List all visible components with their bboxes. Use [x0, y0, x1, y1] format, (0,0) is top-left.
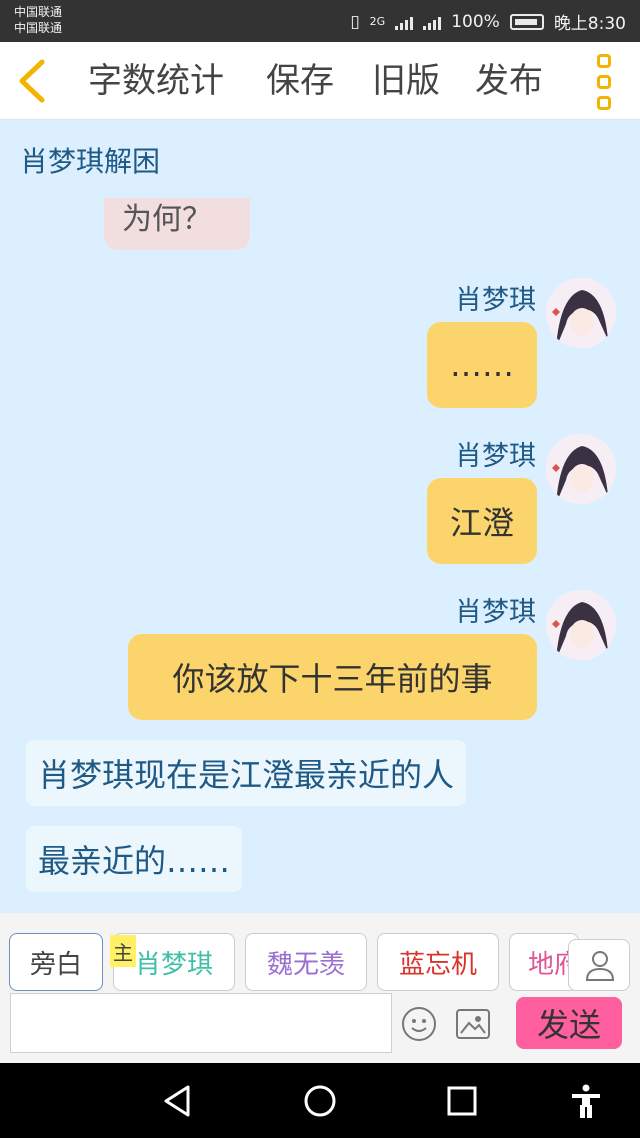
role-label: 旁白	[29, 949, 82, 980]
role-selector: 旁白 肖梦琪 主 魏无羡 蓝忘机 地府	[0, 913, 640, 991]
network-label: 2G	[369, 15, 386, 28]
more-menu-icon[interactable]	[594, 54, 614, 110]
carrier-2: 中国联通	[14, 21, 63, 35]
emoji-icon[interactable]	[402, 1007, 436, 1041]
save-button[interactable]: 保存	[266, 60, 334, 102]
recent-apps-icon[interactable]	[444, 1083, 480, 1119]
carrier-info: 中国联通 中国联通	[14, 4, 62, 36]
send-button[interactable]: 发送	[516, 997, 622, 1049]
clock: 晚上8:30	[553, 14, 626, 34]
send-label: 发送	[536, 1006, 601, 1044]
message-text: 江澄	[449, 504, 514, 542]
message-text: 最亲近的……	[38, 842, 231, 880]
message-text: ……	[450, 346, 514, 384]
battery-icon	[509, 13, 544, 30]
role-wei-wuxian[interactable]: 魏无羡	[245, 933, 367, 991]
message-text: 肖梦琪现在是江澄最亲近的人	[38, 756, 455, 794]
status-bar: 中国联通 中国联通 ▯ 2G 100% 晚上8:30	[0, 0, 640, 42]
message-text: 为何？	[122, 202, 212, 237]
chat-title: 肖梦琪解困	[20, 145, 161, 178]
accessibility-icon[interactable]	[568, 1083, 604, 1119]
narration-bubble[interactable]: 肖梦琪现在是江澄最亲近的人	[26, 740, 467, 806]
message-bubble[interactable]: ……	[427, 322, 537, 408]
sender-name: 肖梦琪	[455, 597, 536, 628]
chat-header: 肖梦琪解困	[0, 120, 640, 198]
publish-button[interactable]: 发布	[475, 60, 543, 102]
home-circle-icon[interactable]	[302, 1083, 338, 1119]
sender-name: 肖梦琪	[455, 441, 536, 472]
avatar[interactable]	[546, 590, 616, 660]
user-icon[interactable]	[568, 939, 630, 991]
back-triangle-icon[interactable]	[160, 1083, 196, 1119]
signal-icon	[395, 14, 414, 30]
status-icons: ▯ 2G 100% 晚上8:30	[350, 9, 626, 35]
battery-percent: 100%	[451, 11, 500, 32]
role-label: 肖梦琪	[134, 949, 213, 980]
narration-bubble[interactable]: 最亲近的……	[26, 826, 243, 892]
message-input[interactable]	[10, 993, 392, 1053]
back-chevron-icon[interactable]	[14, 58, 54, 104]
message-bubble[interactable]: 为何？	[104, 198, 250, 250]
chat-area[interactable]: 肖梦琪解困 为何？ 肖梦琪 …… 肖梦琪 江澄 肖梦琪 你该放下十三年前的事 肖…	[0, 120, 640, 913]
message-bubble[interactable]: 江澄	[427, 478, 537, 564]
avatar[interactable]	[546, 434, 616, 504]
carrier-1: 中国联通	[14, 5, 63, 19]
message-text: 你该放下十三年前的事	[172, 660, 493, 698]
input-bar: 发送	[0, 991, 640, 1063]
avatar[interactable]	[546, 278, 616, 348]
host-tag: 主	[110, 935, 136, 967]
role-label: 蓝忘机	[398, 949, 477, 980]
vibrate-icon: ▯	[350, 11, 360, 32]
top-toolbar: 字数统计 保存 旧版 发布	[0, 42, 640, 120]
word-count-button[interactable]: 字数统计	[88, 60, 224, 102]
signal-icon-2	[423, 14, 442, 30]
image-icon[interactable]	[456, 1009, 490, 1039]
old-version-button[interactable]: 旧版	[372, 60, 440, 102]
role-narration[interactable]: 旁白	[9, 933, 103, 991]
role-label: 魏无羡	[266, 949, 345, 980]
message-bubble[interactable]: 你该放下十三年前的事	[128, 634, 537, 720]
system-nav-bar	[0, 1063, 640, 1138]
sender-name: 肖梦琪	[455, 285, 536, 316]
role-lan-wangji[interactable]: 蓝忘机	[377, 933, 499, 991]
